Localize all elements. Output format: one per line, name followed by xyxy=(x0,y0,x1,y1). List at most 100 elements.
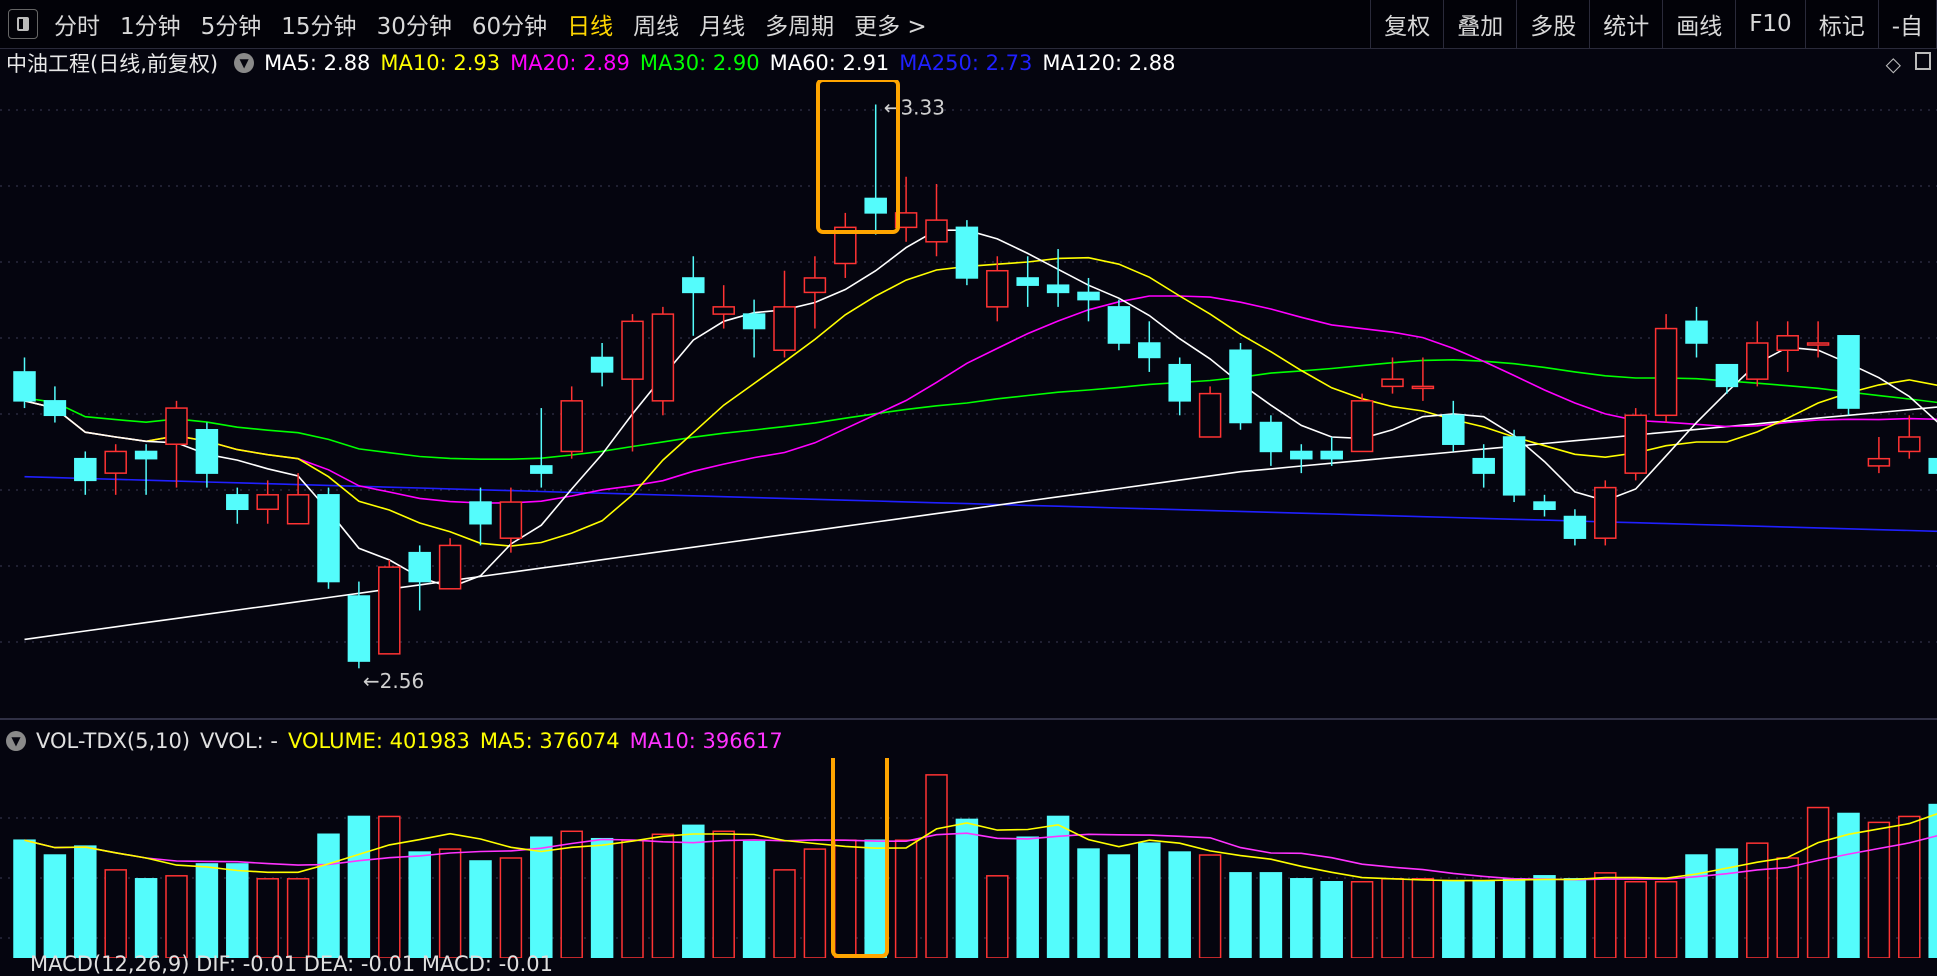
candle-body xyxy=(409,553,430,582)
vol-ma10-line xyxy=(25,833,1937,880)
candle-body xyxy=(1382,379,1403,386)
tab-3[interactable]: 15分钟 xyxy=(271,0,366,48)
candle-body xyxy=(1564,517,1585,539)
candle-body xyxy=(622,321,643,379)
candle-body xyxy=(1443,415,1464,444)
volume-bar xyxy=(348,816,369,958)
volume-bar xyxy=(835,840,856,958)
tool-button-6[interactable]: 标记 xyxy=(1806,0,1879,48)
volume-bar xyxy=(774,870,795,958)
volume-bar xyxy=(1686,855,1707,958)
panel-toggle-icon[interactable] xyxy=(8,9,38,39)
candle-body xyxy=(470,502,491,524)
kline-chart[interactable]: ←3.33 ←2.56 xyxy=(0,80,1937,720)
tool-button-1[interactable]: 叠加 xyxy=(1444,0,1517,48)
candle-body xyxy=(1868,459,1889,466)
volume-bar xyxy=(288,879,309,958)
candle-body xyxy=(1017,278,1038,285)
volume-bar xyxy=(744,842,765,958)
volume-bar xyxy=(409,852,430,958)
tab-7[interactable]: 周线 xyxy=(623,0,689,48)
tab-0[interactable]: 分时 xyxy=(44,0,110,48)
tool-button-3[interactable]: 统计 xyxy=(1590,0,1663,48)
tab-2[interactable]: 5分钟 xyxy=(191,0,272,48)
volume-bar xyxy=(865,840,886,958)
volume-bar xyxy=(683,825,704,958)
volume-bar xyxy=(1595,873,1616,958)
candle-body xyxy=(379,567,400,654)
collapse-icon[interactable]: ▼ xyxy=(6,731,26,751)
tab-9[interactable]: 多周期 xyxy=(755,0,844,48)
candle-body xyxy=(1808,343,1829,345)
tool-button-4[interactable]: 画线 xyxy=(1663,0,1736,48)
candle-body xyxy=(956,227,977,278)
candle-body xyxy=(531,466,552,473)
ma-label-4: MA60: 2.91 xyxy=(770,51,890,75)
tab-4[interactable]: 30分钟 xyxy=(367,0,462,48)
candle-body xyxy=(1929,459,1937,473)
candle-body xyxy=(1200,394,1221,437)
tab-1[interactable]: 1分钟 xyxy=(110,0,191,48)
candle-body xyxy=(440,545,461,588)
candle-body xyxy=(1139,343,1160,357)
tab-10[interactable]: 更多 > xyxy=(844,0,937,48)
volume-bar xyxy=(622,840,643,958)
volume-bar xyxy=(136,879,157,958)
candle-body xyxy=(561,401,582,452)
ma30-line xyxy=(25,360,1937,459)
volume-bar xyxy=(1473,882,1494,958)
window-icon[interactable] xyxy=(1915,52,1931,70)
high-price-label: ←3.33 xyxy=(884,95,945,119)
candle-body xyxy=(1473,459,1494,473)
candle-body xyxy=(926,220,947,242)
volume-bar xyxy=(1200,855,1221,958)
volume-bar xyxy=(1291,879,1312,958)
volume-bar xyxy=(561,831,582,958)
candle-body xyxy=(744,314,765,328)
volume-bar xyxy=(1808,808,1829,958)
tool-button-2[interactable]: 多股 xyxy=(1517,0,1590,48)
volume-bar xyxy=(956,819,977,958)
candle-body xyxy=(75,459,96,481)
tool-button-5[interactable]: F10 xyxy=(1736,0,1806,48)
low-price-label: ←2.56 xyxy=(363,669,424,693)
vol-ma10-label: MA10: 396617 xyxy=(630,729,783,753)
candle-body xyxy=(1716,365,1737,387)
candle-body xyxy=(1777,336,1798,350)
candle-body xyxy=(1048,285,1069,292)
diamond-icon[interactable]: ◇ xyxy=(1886,52,1901,76)
period-toolbar: 分时1分钟5分钟15分钟30分钟60分钟日线周线月线多周期更多 > 复权叠加多股… xyxy=(0,0,1937,49)
ma-label-1: MA10: 2.93 xyxy=(380,51,500,75)
ma-label-6: MA120: 2.88 xyxy=(1042,51,1175,75)
volume-bar xyxy=(926,775,947,958)
collapse-icon[interactable]: ▼ xyxy=(234,53,254,73)
candle-body xyxy=(1595,488,1616,539)
candle-body xyxy=(500,502,521,538)
candle-body xyxy=(166,408,187,444)
candle-body xyxy=(1260,423,1281,452)
candle-body xyxy=(136,451,157,458)
volume-chart[interactable] xyxy=(0,758,1937,958)
volume-bar xyxy=(1716,849,1737,958)
volume-bar xyxy=(592,839,613,958)
ma5-line xyxy=(25,230,1937,587)
tool-button-7[interactable]: -自 xyxy=(1879,0,1937,48)
vvol-label: VVOL: - xyxy=(200,729,278,753)
kline-legend: 中油工程(日线,前复权) ▼ MA5: 2.88MA10: 2.93MA20: … xyxy=(0,46,1195,80)
candle-body xyxy=(1078,292,1099,299)
tab-6[interactable]: 日线 xyxy=(557,0,623,48)
candle-body xyxy=(1504,437,1525,495)
tab-5[interactable]: 60分钟 xyxy=(462,0,557,48)
volume-bar xyxy=(1382,879,1403,958)
volume-bar xyxy=(1625,882,1646,958)
tool-button-0[interactable]: 复权 xyxy=(1371,0,1444,48)
candle-body xyxy=(1656,329,1677,416)
volume-bar xyxy=(1929,805,1937,958)
candle-body xyxy=(105,451,126,473)
candle-body xyxy=(1291,451,1312,458)
volume-bar xyxy=(227,864,248,958)
tab-8[interactable]: 月线 xyxy=(689,0,755,48)
volume-bar xyxy=(713,831,734,958)
volume-bar xyxy=(1139,843,1160,958)
candle-body xyxy=(1169,365,1190,401)
